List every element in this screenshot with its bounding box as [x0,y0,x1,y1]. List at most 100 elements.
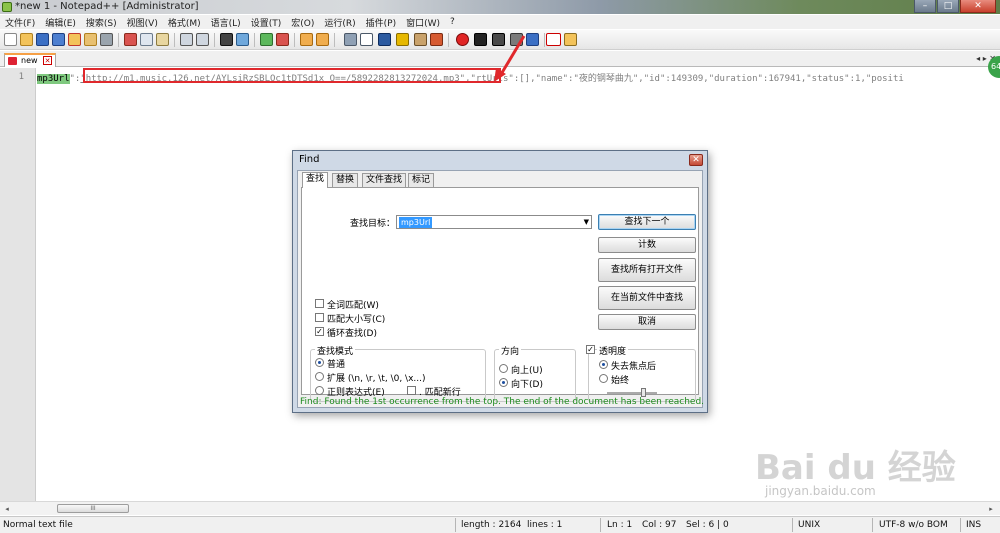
dialog-close-button[interactable]: ✕ [689,154,703,166]
spell-check-icon[interactable] [546,33,561,46]
menu-file[interactable]: 文件(F) [0,16,40,29]
menu-help[interactable]: ? [445,17,460,27]
sync-horizontal-icon[interactable] [316,33,329,46]
save-icon[interactable] [36,33,49,46]
new-file-icon[interactable] [4,33,17,46]
status-length: length : 2164 [461,520,522,530]
tab-mark[interactable]: 标记 [408,173,435,187]
menu-format[interactable]: 格式(M) [163,16,206,29]
direction-up-label: 向上(U) [511,366,543,376]
dot-newline-checkbox[interactable] [407,386,416,395]
close-file-icon[interactable] [68,33,81,46]
find-next-button[interactable]: 查找下一个 [598,214,696,230]
status-bar: Normal text file length : 2164 lines : 1… [0,516,1000,533]
menu-language[interactable]: 语言(L) [206,16,246,29]
wrap-around-checkbox[interactable]: ✓ [315,327,324,336]
menu-window[interactable]: 窗口(W) [401,16,445,29]
transparency-checkbox[interactable]: ✓ [586,345,595,354]
minimize-button[interactable]: – [914,0,936,13]
title-bar: *new 1 - Notepad++ [Administrator] – □ ✕ [0,0,1000,14]
menu-search[interactable]: 搜索(S) [81,16,122,29]
open-file-icon[interactable] [20,33,33,46]
match-case-checkbox[interactable] [315,313,324,322]
sync-vertical-icon[interactable] [300,33,313,46]
replace-icon[interactable] [236,33,249,46]
find-status-message: Find: Found the 1st occurrence from the … [300,397,705,407]
search-mode-title: 查找模式 [315,344,356,357]
indent-guide-icon[interactable] [378,33,391,46]
mode-normal-radio[interactable] [315,358,324,367]
find-icon[interactable] [220,33,233,46]
plugin-icon[interactable] [564,33,577,46]
menu-plugins[interactable]: 插件(P) [361,16,401,29]
zoom-out-icon[interactable] [276,33,289,46]
tab-find-in-files[interactable]: 文件查找 [362,173,407,187]
function-list-icon[interactable] [430,33,443,46]
direction-title: 方向 [499,344,522,357]
cut-icon[interactable] [124,33,137,46]
transparency-slider-thumb[interactable] [641,388,646,397]
menu-run[interactable]: 运行(R) [319,16,360,29]
status-lines: lines : 1 [527,520,563,530]
save-all-icon[interactable] [52,33,65,46]
menu-view[interactable]: 视图(V) [122,16,163,29]
status-eol: UNIX [798,520,821,530]
show-all-chars-icon[interactable] [360,33,373,46]
count-button[interactable]: 计数 [598,237,696,253]
find-what-value[interactable]: mp3Url [399,217,433,228]
scroll-right-icon[interactable]: ▸ [986,504,996,514]
find-what-label: 查找目标： [350,219,396,229]
transparency-lose-focus-label: 失去焦点后 [611,362,657,372]
find-all-open-docs-button[interactable]: 查找所有打开文件 [598,258,696,282]
undo-icon[interactable] [180,33,193,46]
status-file-type: Normal text file [3,520,73,530]
tab-find[interactable]: 查找 [302,172,329,188]
dialog-title: Find [299,154,320,165]
doc-map-icon[interactable] [414,33,427,46]
word-wrap-icon[interactable] [344,33,357,46]
stop-macro-icon[interactable] [474,33,487,46]
user-language-icon[interactable] [396,33,409,46]
menu-macro[interactable]: 宏(O) [286,16,319,29]
tab-close-icon[interactable]: ✕ [43,56,52,65]
record-macro-icon[interactable] [456,33,469,46]
mode-extended-radio[interactable] [315,372,324,381]
zoom-in-icon[interactable] [260,33,273,46]
mode-regex-radio[interactable] [315,386,324,395]
transparency-lose-focus-radio[interactable] [599,360,608,369]
chevron-down-icon[interactable]: ▼ [584,218,589,226]
direction-down-radio[interactable] [499,378,508,387]
annotation-arrow [494,35,526,82]
direction-group: 方向 向上(U) 向下(D) [494,344,576,402]
menu-edit[interactable]: 编辑(E) [40,16,81,29]
transparency-always-radio[interactable] [599,374,608,383]
dialog-body: 查找 替换 文件查找 标记 查找目标： mp3Url ▼ 查找下一个 计数 查找… [297,170,705,408]
wrap-around-label: 循环查找(D) [327,329,377,339]
copy-icon[interactable] [140,33,153,46]
close-button[interactable]: ✕ [960,0,996,13]
direction-up-radio[interactable] [499,364,508,373]
find-what-combobox[interactable]: mp3Url ▼ [396,215,592,229]
transparency-group: ✓ 透明度 失去焦点后 始终 [586,344,696,402]
find-all-current-doc-button[interactable]: 在当前文件中查找 [598,286,696,310]
cancel-button[interactable]: 取消 [598,314,696,330]
redo-icon[interactable] [196,33,209,46]
tab-replace[interactable]: 替换 [332,173,359,187]
whole-word-label: 全词匹配(W) [327,301,379,311]
direction-down-label: 向下(D) [511,380,543,390]
menu-bar: 文件(F) 编辑(E) 搜索(S) 视图(V) 格式(M) 语言(L) 设置(T… [0,15,1000,29]
print-icon[interactable] [100,33,113,46]
tab-label: new [21,56,38,65]
maximize-button[interactable]: □ [937,0,959,13]
close-all-icon[interactable] [84,33,97,46]
menu-settings[interactable]: 设置(T) [246,16,287,29]
mode-extended-label: 扩展 (\n, \r, \t, \0, \x...) [327,374,426,384]
transparency-slider-track[interactable] [607,392,657,394]
scroll-left-icon[interactable]: ◂ [2,504,12,514]
code-separator: ": [69,74,81,84]
url-highlight-box [83,68,501,83]
tab-new[interactable]: new ✕ [4,53,56,67]
scroll-thumb[interactable]: III [57,504,129,513]
whole-word-checkbox[interactable] [315,299,324,308]
paste-icon[interactable] [156,33,169,46]
